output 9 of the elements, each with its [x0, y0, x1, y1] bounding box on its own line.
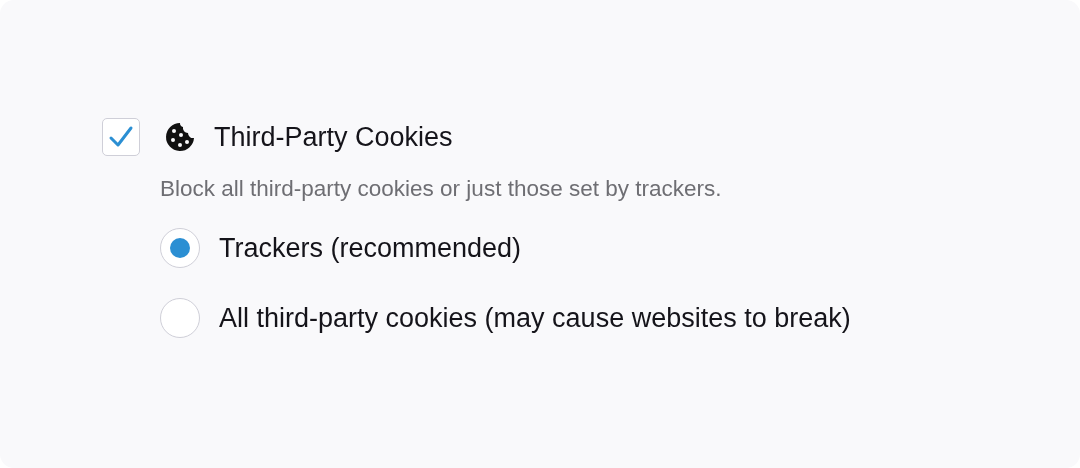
checkbox[interactable] — [102, 118, 140, 156]
option-label[interactable]: All third-party cookies (may cause websites to break) — [219, 302, 851, 334]
cookie-icon — [164, 121, 196, 153]
setting-title: Third-Party Cookies — [214, 121, 453, 153]
check-icon — [108, 125, 134, 149]
radio-button[interactable] — [160, 228, 200, 268]
option-label[interactable]: Trackers (recommended) — [219, 232, 522, 264]
radio-button[interactable] — [160, 298, 200, 338]
setting-description: Block all third-party cookies or just those set by trackers. — [160, 176, 723, 202]
